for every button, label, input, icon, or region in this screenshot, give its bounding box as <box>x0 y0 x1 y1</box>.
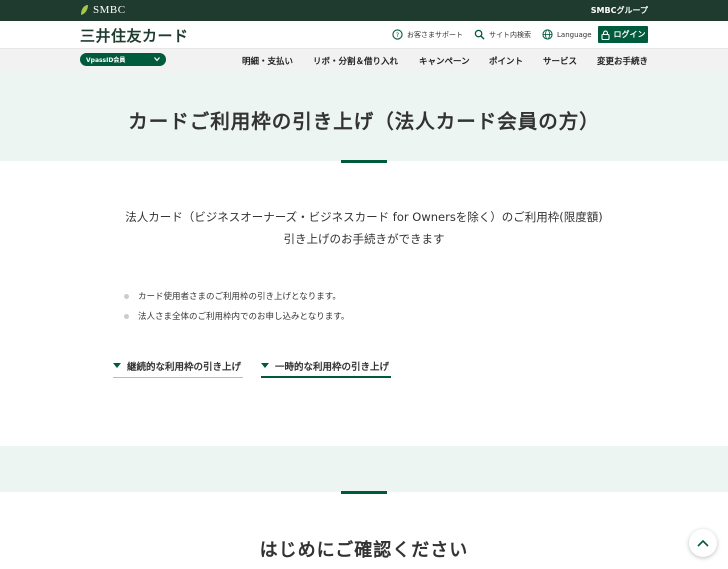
list-item-text: 法人さま全体のご利用枠内でのお申し込みとなります。 <box>138 312 350 322</box>
smbc-logo[interactable]: SMBC <box>80 4 126 16</box>
login-label: ログイン <box>613 30 646 39</box>
bullet-dot <box>124 293 129 299</box>
lead-text-line1: 法人カード（ビジネスオーナーズ・ビジネスカード for Ownersを除く）のご… <box>125 210 603 224</box>
anchor-link-continuous[interactable]: 継続的な利用枠の引き上げ <box>113 359 243 378</box>
svg-text:?: ? <box>396 31 399 39</box>
list-item: カード使用者さまのご利用枠の引き上げとなります。 <box>124 290 341 302</box>
search-label: サイト内検索 <box>489 30 531 39</box>
hero: カードご利用枠の引き上げ（法人カード会員の方） <box>0 71 728 161</box>
title-accent-bar <box>341 160 387 163</box>
list-item-text: カード使用者さまのご利用枠の引き上げとなります。 <box>138 292 341 302</box>
anchor-link-temporary[interactable]: 一時的な利用枠の引き上げ <box>261 359 391 378</box>
lock-icon <box>600 30 610 40</box>
section-band <box>0 446 728 492</box>
brand-logo[interactable]: 三井住友カード <box>80 25 189 46</box>
anchor-label: 一時的な利用枠の引き上げ <box>275 362 390 373</box>
search-icon <box>474 29 485 40</box>
nav-item-procedures[interactable]: 変更お手続き <box>597 55 648 67</box>
support-link[interactable]: ? お客さまサポート <box>392 29 463 40</box>
nav-item-services[interactable]: サービス <box>543 55 577 67</box>
globe-icon <box>542 29 553 40</box>
top-bar: SMBC SMBCグループ <box>0 0 728 21</box>
nav-item-statement[interactable]: 明細・支払い <box>242 55 293 67</box>
vpass-label: VpassID会員 <box>86 57 126 64</box>
anchor-label: 継続的な利用枠の引き上げ <box>127 362 242 373</box>
header: 三井住友カード ? お客さまサポート サイト内検索 Language ログイン <box>0 21 728 48</box>
global-nav: VpassID会員 明細・支払い リボ・分割＆借り入れ キャンペーン ポイント … <box>0 48 728 71</box>
support-icon: ? <box>392 29 403 40</box>
vpass-member-dropdown[interactable]: VpassID会員 <box>80 53 166 66</box>
section-title: はじめにご確認ください <box>259 540 469 561</box>
site-search-link[interactable]: サイト内検索 <box>474 29 531 40</box>
chevron-up-icon <box>697 539 709 547</box>
smbc-label: SMBC <box>93 4 126 16</box>
language-link[interactable]: Language <box>542 29 592 40</box>
section-accent-bar <box>341 491 387 494</box>
leaf-icon <box>81 5 88 15</box>
nav-item-campaign[interactable]: キャンペーン <box>419 55 470 67</box>
support-label: お客さまサポート <box>407 30 463 39</box>
back-to-top-button[interactable] <box>689 529 717 557</box>
triangle-down-icon <box>261 363 269 368</box>
smbc-group-link[interactable]: SMBCグループ <box>591 5 648 16</box>
bullet-dot <box>124 313 129 319</box>
nav-item-points[interactable]: ポイント <box>489 55 523 67</box>
triangle-down-icon <box>113 363 121 368</box>
lead-text-line2: 引き上げのお手続きができます <box>283 232 445 246</box>
login-button[interactable]: ログイン <box>598 26 648 43</box>
language-label: Language <box>557 30 592 39</box>
list-item: 法人さま全体のご利用枠内でのお申し込みとなります。 <box>124 310 349 322</box>
nav-item-revolving[interactable]: リボ・分割＆借り入れ <box>313 55 398 67</box>
page-title: カードご利用枠の引き上げ（法人カード会員の方） <box>128 110 600 133</box>
chevron-down-icon <box>154 57 160 62</box>
